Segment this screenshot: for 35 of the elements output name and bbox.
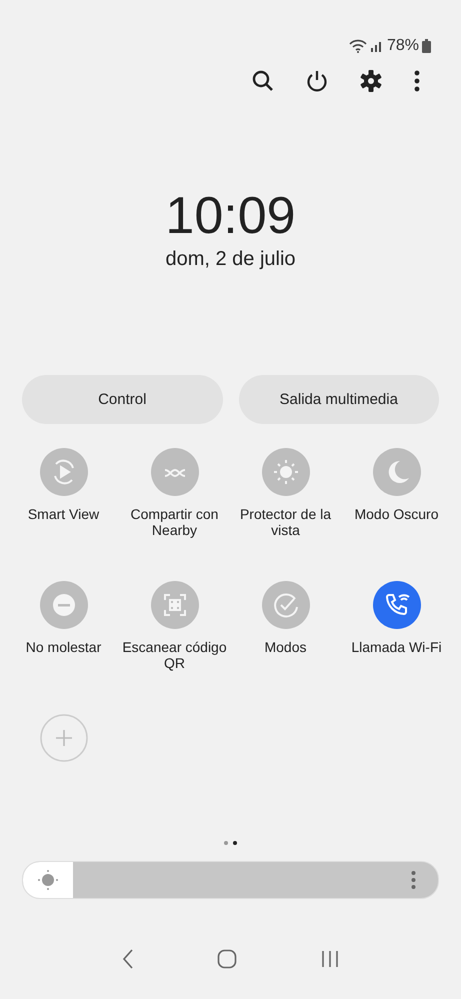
tile-phone-icon[interactable] [372, 581, 420, 629]
tile-moon-icon[interactable] [372, 448, 420, 496]
add-tile-icon[interactable] [40, 714, 88, 762]
tile-label: Escanear código QR [121, 639, 228, 671]
tile-sun-icon[interactable] [262, 448, 310, 496]
tile-cast-icon[interactable] [40, 448, 88, 496]
signal-icon [370, 40, 384, 52]
tile-label: Llamada Wi-Fi [350, 639, 443, 655]
sun-icon [38, 870, 58, 890]
tile-minus-icon[interactable] [40, 581, 88, 629]
tile-label: No molestar [24, 639, 102, 655]
tile-qr-scan-icon[interactable] [150, 581, 198, 629]
tile-label: Modos [263, 639, 308, 655]
panel-button[interactable]: Salida multimedia [238, 375, 439, 424]
settings-icon[interactable] [360, 70, 382, 92]
battery-icon [422, 39, 431, 53]
back-icon[interactable] [122, 949, 134, 969]
tile-share-icon[interactable] [150, 448, 198, 496]
search-icon[interactable] [252, 70, 274, 92]
power-icon[interactable] [306, 70, 328, 92]
recents-icon[interactable] [321, 950, 340, 968]
tile-label: Protector de la vista [238, 506, 332, 538]
battery-percent: 78% [386, 37, 419, 55]
tile-label: Compartir con Nearby [130, 506, 220, 538]
home-icon[interactable] [217, 949, 238, 969]
panel-button[interactable]: Control [22, 375, 222, 424]
brightness-fill[interactable] [23, 862, 73, 898]
tile-label: Modo Oscuro [353, 506, 440, 522]
tile-check-icon[interactable] [262, 581, 310, 629]
clock-date: dom, 2 de julio [165, 248, 296, 271]
clock-time: 10:09 [165, 186, 296, 246]
tile-label: Smart View [26, 506, 100, 522]
wifi-icon [348, 39, 367, 53]
more-icon[interactable] [414, 70, 420, 92]
brightness-slider[interactable] [22, 861, 439, 899]
